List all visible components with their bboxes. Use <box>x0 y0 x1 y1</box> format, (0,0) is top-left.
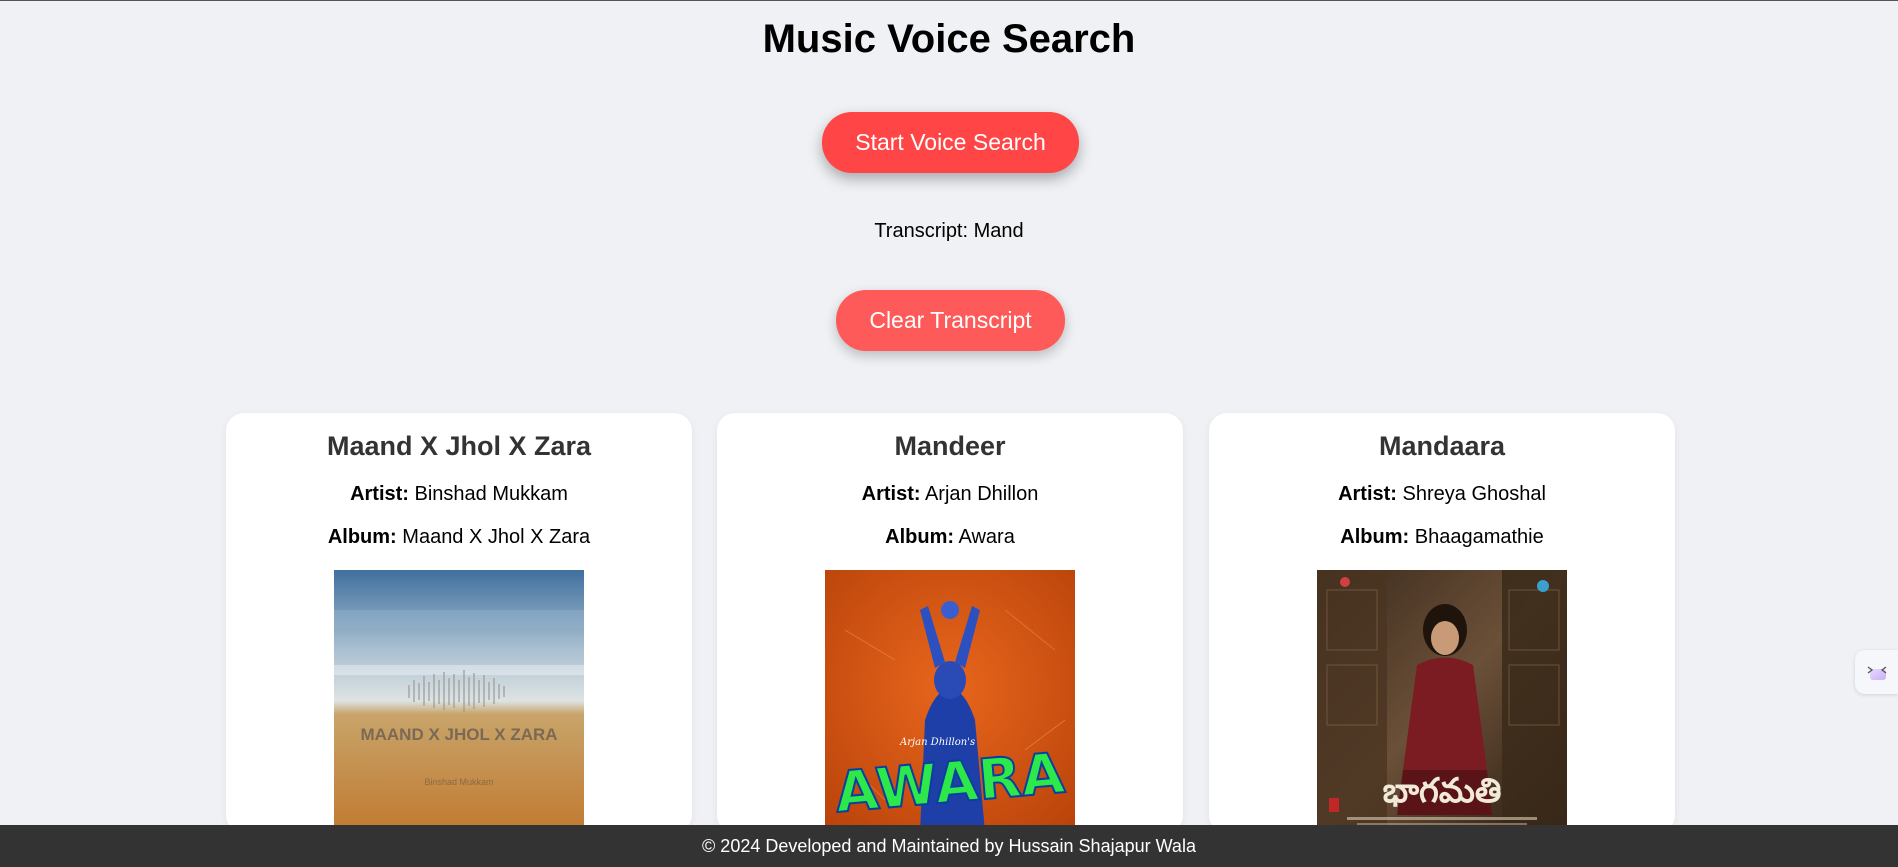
album-cover-image[interactable]: భాగమతి <box>1317 570 1567 832</box>
album-label: Album: <box>1340 526 1410 548</box>
album-cover-image[interactable]: MAAND X JHOL X ZARA Binshad Mukkam <box>334 570 584 832</box>
song-album: Album: Bhaagamathie <box>1209 526 1675 549</box>
song-card: Mandaara Artist: Shreya Ghoshal Album: B… <box>1209 413 1675 833</box>
album-cover-image[interactable]: Arjan Dhillon's AWARA <box>825 570 1075 832</box>
song-title: Mandeer <box>894 431 1006 461</box>
album-cover-art: Arjan Dhillon's AWARA <box>825 570 1075 832</box>
footer: © 2024 Developed and Maintained by Hussa… <box>0 825 1898 867</box>
song-card: Maand X Jhol X Zara Artist: Binshad Mukk… <box>226 413 692 833</box>
clear-transcript-button[interactable]: Clear Transcript <box>836 290 1065 351</box>
song-title: Mandaara <box>1378 431 1506 461</box>
transcript-label: Transcript: <box>874 220 969 242</box>
artist-value: Arjan Dhillon <box>924 483 1039 505</box>
cover-artist-text: Arjan Dhillon's <box>899 737 975 748</box>
song-artist: Artist: Arjan Dhillon <box>717 483 1183 506</box>
song-artist: Artist: Binshad Mukkam <box>226 483 692 506</box>
transcript-display: Transcript: Mand <box>0 220 1898 243</box>
song-album: Album: Awara <box>717 526 1183 549</box>
extension-widget[interactable] <box>1855 650 1898 694</box>
song-title: Maand X Jhol X Zara <box>326 431 592 461</box>
song-card: Mandeer Artist: Arjan Dhillon Album: Awa… <box>717 413 1183 833</box>
album-label: Album: <box>885 526 955 548</box>
artist-label: Artist: <box>1338 483 1397 505</box>
album-value: Maand X Jhol X Zara <box>402 526 591 548</box>
album-cover-art: MAAND X JHOL X ZARA Binshad Mukkam <box>334 570 584 832</box>
code-icon <box>1867 666 1886 680</box>
album-cover-art: భాగమతి <box>1317 570 1567 832</box>
page-title: Music Voice Search <box>762 17 1136 61</box>
cover-title-text: భాగమతి <box>1383 771 1502 811</box>
cover-title-text: MAAND X JHOL X ZARA <box>360 725 557 744</box>
song-artist: Artist: Shreya Ghoshal <box>1209 483 1675 506</box>
artist-label: Artist: <box>350 483 409 505</box>
start-voice-search-button[interactable]: Start Voice Search <box>822 112 1079 173</box>
footer-text: © 2024 Developed and Maintained by Hussa… <box>702 836 1196 856</box>
album-value: Bhaagamathie <box>1414 526 1544 548</box>
transcript-value: Mand <box>973 220 1024 242</box>
song-album: Album: Maand X Jhol X Zara <box>226 526 692 549</box>
cover-subtitle-text: Binshad Mukkam <box>424 777 493 787</box>
artist-value: Shreya Ghoshal <box>1402 483 1546 505</box>
album-label: Album: <box>327 526 397 548</box>
artist-value: Binshad Mukkam <box>414 483 568 505</box>
artist-label: Artist: <box>861 483 921 505</box>
album-value: Awara <box>958 526 1015 548</box>
